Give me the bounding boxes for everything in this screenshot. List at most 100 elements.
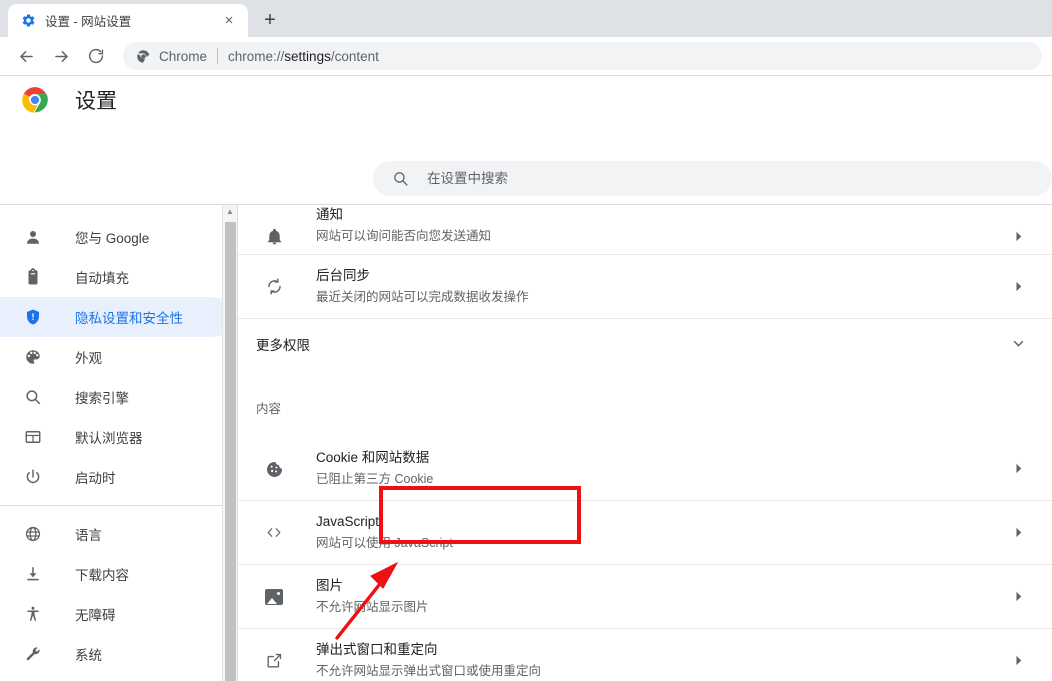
expander-more-permissions[interactable]: 更多权限 bbox=[238, 319, 1052, 368]
url-bold: settings bbox=[284, 49, 331, 64]
sidebar-item-on-startup[interactable]: 启动时 bbox=[0, 457, 233, 497]
wrench-icon bbox=[23, 644, 43, 664]
chrome-logo-icon bbox=[135, 48, 151, 64]
page-title: 设置 bbox=[75, 85, 117, 115]
back-icon[interactable] bbox=[11, 41, 41, 71]
sidebar-item-label: 自动填充 bbox=[75, 267, 129, 287]
row-title: 后台同步 bbox=[316, 268, 370, 283]
row-subtitle: 最近关闭的网站可以完成数据收发操作 bbox=[316, 287, 1008, 307]
expander-label: 更多权限 bbox=[256, 334, 1008, 354]
sidebar-item-label: 启动时 bbox=[75, 467, 116, 487]
image-icon bbox=[264, 587, 284, 607]
row-title: 图片 bbox=[316, 578, 343, 593]
chevron-down-icon[interactable] bbox=[1008, 334, 1028, 354]
sidebar-item-autofill[interactable]: 自动填充 bbox=[0, 257, 233, 297]
sidebar-item-appearance[interactable]: 外观 bbox=[0, 337, 233, 377]
setting-row-popups-and-redirects[interactable]: 弹出式窗口和重定向 不允许网站显示弹出式窗口或使用重定向 bbox=[238, 629, 1052, 681]
omnibox-divider bbox=[217, 48, 218, 64]
row-title: JavaScript bbox=[316, 514, 379, 529]
sidebar-item-system[interactable]: 系统 bbox=[0, 634, 233, 674]
row-text: 通知 网站可以询问能否向您发送通知 bbox=[316, 205, 1008, 246]
sidebar-divider bbox=[0, 505, 233, 506]
row-title: Cookie 和网站数据 bbox=[316, 450, 429, 465]
sync-icon bbox=[264, 277, 284, 297]
accessibility-icon bbox=[23, 604, 43, 624]
scroll-up-arrow-icon[interactable]: ▲ bbox=[223, 205, 237, 219]
code-brackets-icon bbox=[264, 523, 284, 543]
sidebar-item-reset-and-cleanup[interactable]: 重置并清理 bbox=[0, 674, 233, 681]
reload-icon[interactable] bbox=[81, 41, 111, 71]
palette-icon bbox=[23, 347, 43, 367]
address-bar[interactable]: Chrome chrome://settings/content bbox=[123, 42, 1042, 70]
forward-icon[interactable] bbox=[46, 41, 76, 71]
popup-redirect-icon bbox=[264, 651, 284, 671]
settings-header: 设置 bbox=[0, 76, 1052, 124]
cookie-icon bbox=[264, 459, 284, 479]
settings-body: 您与 Google 自动填充 隐私设置和安全性 bbox=[0, 204, 1052, 681]
globe-icon bbox=[23, 524, 43, 544]
row-subtitle: 已阻止第三方 Cookie bbox=[316, 469, 1008, 489]
row-title: 弹出式窗口和重定向 bbox=[316, 642, 438, 657]
row-text: 图片 不允许网站显示图片 bbox=[316, 576, 1008, 617]
row-subtitle: 网站可以使用 JavaScript bbox=[316, 533, 1008, 553]
sidebar-item-label: 默认浏览器 bbox=[75, 427, 143, 447]
search-input[interactable] bbox=[427, 171, 1052, 186]
sidebar-item-label: 您与 Google bbox=[75, 227, 149, 247]
section-header-content: 内容 bbox=[238, 394, 1052, 420]
url-suffix: /content bbox=[331, 49, 379, 64]
sidebar-item-search-engine[interactable]: 搜索引擎 bbox=[0, 377, 233, 417]
sidebar-item-accessibility[interactable]: 无障碍 bbox=[0, 594, 233, 634]
sidebar-item-downloads[interactable]: 下载内容 bbox=[0, 554, 233, 594]
scrollbar-thumb[interactable] bbox=[225, 222, 236, 681]
setting-row-javascript[interactable]: JavaScript 网站可以使用 JavaScript bbox=[238, 501, 1052, 565]
row-text: Cookie 和网站数据 已阻止第三方 Cookie bbox=[316, 448, 1008, 489]
chevron-right-icon[interactable] bbox=[1008, 523, 1028, 543]
sidebar-item-label: 语言 bbox=[75, 524, 102, 544]
sidebar-item-label: 隐私设置和安全性 bbox=[75, 307, 183, 327]
chevron-right-icon[interactable] bbox=[1008, 459, 1028, 479]
browser-toolbar: Chrome chrome://settings/content bbox=[0, 37, 1052, 76]
sidebar-item-label: 搜索引擎 bbox=[75, 387, 129, 407]
sidebar-item-languages[interactable]: 语言 bbox=[0, 514, 233, 554]
bell-icon bbox=[264, 226, 284, 246]
browser-tab[interactable]: 设置 - 网站设置 × bbox=[8, 4, 248, 37]
settings-page: 设置 您与 Google bbox=[0, 76, 1052, 681]
chevron-right-icon[interactable] bbox=[1008, 277, 1028, 297]
row-text: 弹出式窗口和重定向 不允许网站显示弹出式窗口或使用重定向 bbox=[316, 640, 1008, 681]
row-subtitle: 不允许网站显示图片 bbox=[316, 597, 1008, 617]
sidebar-item-you-and-google[interactable]: 您与 Google bbox=[0, 217, 233, 257]
sidebar-item-privacy-and-security[interactable]: 隐私设置和安全性 bbox=[0, 297, 233, 337]
row-title: 通知 bbox=[316, 207, 343, 222]
chevron-right-icon[interactable] bbox=[1008, 587, 1028, 607]
sidebar-scrollbar[interactable]: ▲ bbox=[222, 205, 237, 681]
omnibox-url: chrome://settings/content bbox=[228, 49, 379, 64]
sidebar-item-default-browser[interactable]: 默认浏览器 bbox=[0, 417, 233, 457]
setting-row-cookies[interactable]: Cookie 和网站数据 已阻止第三方 Cookie bbox=[238, 437, 1052, 501]
chevron-right-icon[interactable] bbox=[1008, 226, 1028, 246]
gear-icon bbox=[20, 13, 36, 29]
setting-row-background-sync[interactable]: 后台同步 最近关闭的网站可以完成数据收发操作 bbox=[238, 255, 1052, 319]
chevron-right-icon[interactable] bbox=[1008, 651, 1028, 671]
url-prefix: chrome:// bbox=[228, 49, 284, 64]
sidebar-item-label: 外观 bbox=[75, 347, 102, 367]
sidebar-item-label: 下载内容 bbox=[75, 564, 129, 584]
omnibox-scheme-label: Chrome bbox=[159, 49, 207, 64]
browser-window: 设置 - 网站设置 × + bbox=[0, 0, 1052, 681]
download-icon bbox=[23, 564, 43, 584]
setting-row-notifications[interactable]: 通知 网站可以询问能否向您发送通知 bbox=[238, 205, 1052, 255]
sidebar-item-label: 系统 bbox=[75, 644, 102, 664]
row-text: 后台同步 最近关闭的网站可以完成数据收发操作 bbox=[316, 266, 1008, 307]
row-subtitle: 不允许网站显示弹出式窗口或使用重定向 bbox=[316, 661, 1008, 681]
row-text: JavaScript 网站可以使用 JavaScript bbox=[316, 512, 1008, 553]
search-box[interactable] bbox=[373, 161, 1052, 196]
power-icon bbox=[23, 467, 43, 487]
new-tab-icon[interactable]: + bbox=[256, 6, 284, 34]
browser-window-icon bbox=[23, 427, 43, 447]
shield-icon bbox=[23, 307, 43, 327]
chrome-logo bbox=[21, 86, 49, 114]
close-icon[interactable]: × bbox=[220, 12, 238, 30]
settings-content-area: 通知 网站可以询问能否向您发送通知 后台同步 bbox=[237, 205, 1052, 681]
search-icon bbox=[391, 170, 409, 188]
setting-row-images[interactable]: 图片 不允许网站显示图片 bbox=[238, 565, 1052, 629]
clipboard-icon bbox=[23, 267, 43, 287]
